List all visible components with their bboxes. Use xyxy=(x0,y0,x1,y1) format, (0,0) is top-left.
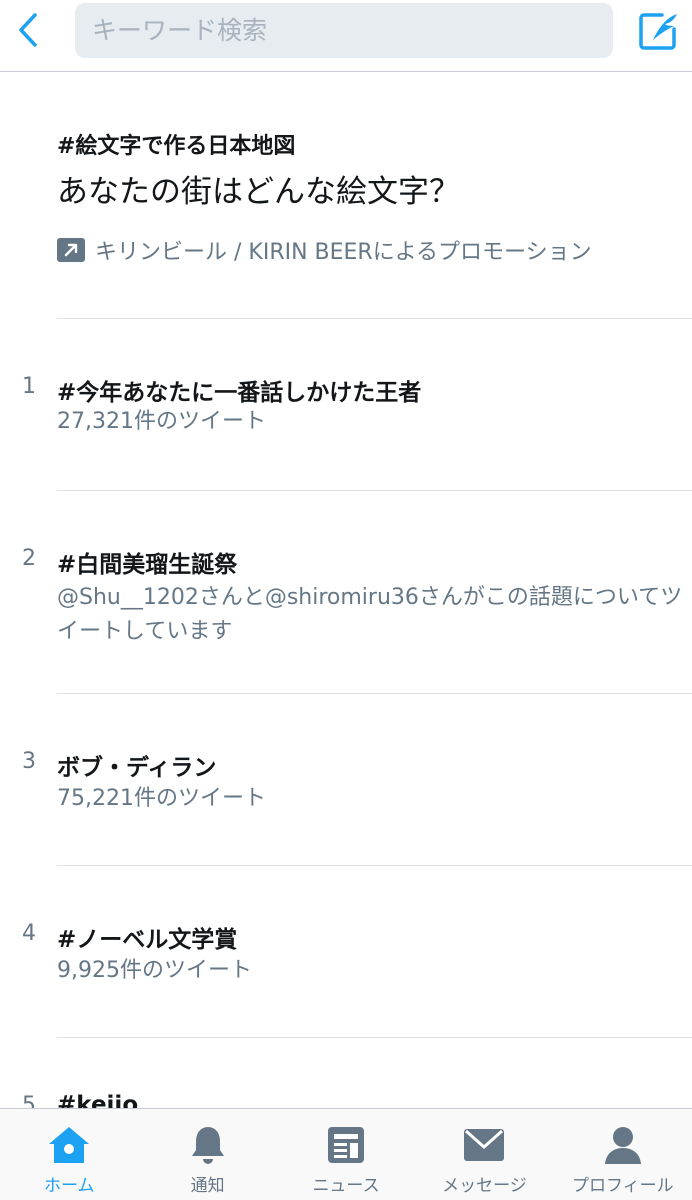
search-field[interactable] xyxy=(75,3,613,58)
trend-rank: 3 xyxy=(22,749,36,774)
tab-news[interactable]: ニュース xyxy=(277,1109,415,1200)
tab-label: ニュース xyxy=(312,1176,380,1196)
promoted-arrow-icon xyxy=(57,238,85,262)
trend-name: #keijo xyxy=(57,1092,139,1108)
promoted-trend-hashtag: #絵文字で作る日本地図 xyxy=(57,134,296,159)
envelope-icon xyxy=(464,1129,505,1161)
bell-icon xyxy=(191,1127,224,1164)
home-icon xyxy=(49,1127,90,1163)
tab-label: 通知 xyxy=(190,1176,225,1196)
trend-item[interactable]: 2 #白間美瑠生誕祭 @Shu__1202さんと@shiromiru36さんがこ… xyxy=(0,491,692,693)
trend-rank: 2 xyxy=(22,546,36,571)
trend-rank: 5 xyxy=(22,1093,36,1108)
compose-icon xyxy=(639,13,677,50)
promotion-label: キリンビール / KIRIN BEERによるプロモーション xyxy=(57,235,592,265)
tab-label: ホーム xyxy=(43,1176,95,1196)
tab-bar: ホーム 通知 ニュース メッセージ プロフィール xyxy=(0,1108,692,1200)
promoted-by-text: キリンビール / KIRIN BEERによるプロモーション xyxy=(95,240,592,265)
news-icon xyxy=(328,1127,365,1163)
trend-meta: 27,321件のツイート xyxy=(57,409,266,434)
trend-name: #今年あなたに一番話しかけた王者 xyxy=(57,380,422,406)
tab-label: メッセージ xyxy=(442,1176,527,1196)
trend-item[interactable]: 1 #今年あなたに一番話しかけた王者 27,321件のツイート xyxy=(0,319,692,491)
search-input[interactable] xyxy=(92,16,613,45)
back-button[interactable] xyxy=(8,10,48,50)
tab-label: プロフィール xyxy=(571,1176,674,1196)
trend-rank: 1 xyxy=(22,374,36,399)
tab-profile[interactable]: プロフィール xyxy=(554,1109,692,1200)
header xyxy=(0,0,692,72)
trend-item[interactable]: 3 ボブ・ディラン 75,221件のツイート xyxy=(0,694,692,866)
trends-list: #絵文字で作る日本地図 あなたの街はどんな絵文字？ キリンビール / KIRIN… xyxy=(0,73,692,1108)
twitter-trends-screen: #絵文字で作る日本地図 あなたの街はどんな絵文字？ キリンビール / KIRIN… xyxy=(0,0,692,1200)
compose-tweet-button[interactable] xyxy=(636,8,682,54)
tab-messages[interactable]: メッセージ xyxy=(415,1109,553,1200)
tab-home[interactable]: ホーム xyxy=(0,1109,138,1200)
trend-meta: 9,925件のツイート xyxy=(57,958,252,983)
promoted-trend[interactable]: #絵文字で作る日本地図 あなたの街はどんな絵文字？ キリンビール / KIRIN… xyxy=(0,73,692,319)
user-icon xyxy=(604,1127,641,1164)
trend-item[interactable]: 5 #keijo xyxy=(0,1038,692,1108)
trend-meta: 75,221件のツイート xyxy=(57,786,266,811)
trend-name: #白間美瑠生誕祭 xyxy=(57,552,238,578)
trend-name: ボブ・ディラン xyxy=(57,755,217,781)
trend-rank: 4 xyxy=(22,921,36,946)
trend-item[interactable]: 4 #ノーベル文学賞 9,925件のツイート xyxy=(0,866,692,1038)
trend-name: #ノーベル文学賞 xyxy=(57,927,238,953)
trend-meta: @Shu__1202さんと@shiromiru36さんがこの話題について​ツイー… xyxy=(57,585,683,644)
chevron-left-icon xyxy=(19,13,37,47)
promoted-trend-description: あなたの街はどんな絵文字？ xyxy=(57,174,460,210)
tab-notifications[interactable]: 通知 xyxy=(138,1109,276,1200)
